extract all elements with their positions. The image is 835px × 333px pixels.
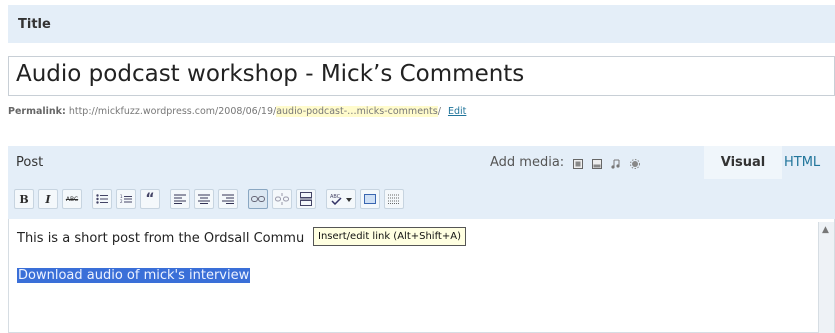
add-media-group: Add media: [490,155,641,170]
permalink-row: Permalink: http://mickfuzz.wordpress.com… [8,106,466,117]
align-center-icon [198,194,210,204]
tab-visual[interactable]: Visual [704,146,782,179]
fullscreen-icon [364,194,376,204]
unlink-button[interactable] [272,189,292,209]
fullscreen-button[interactable] [360,189,380,209]
spellcheck-button[interactable]: ABC [326,189,356,209]
italic-button[interactable]: I [38,189,58,209]
align-center-button[interactable] [194,189,214,209]
post-editor-header: Post Add media: Visual HTML [8,146,835,179]
bullet-list-button[interactable] [92,189,112,209]
insert-link-button[interactable] [248,189,268,209]
title-label: Title [18,17,51,32]
add-media-label: Add media: [490,155,565,170]
permalink-slash: / [437,106,441,117]
permalink-edit-link[interactable]: Edit [448,106,466,117]
align-right-button[interactable] [218,189,238,209]
insert-more-button[interactable] [296,189,316,209]
kitchen-sink-button[interactable] [384,189,404,209]
numbered-list-icon: 12 [120,194,132,204]
editor-toolbar: B I ABC 12 “ ABC [8,179,835,219]
media-gear-icon[interactable] [630,158,641,169]
permalink-label: Permalink: [8,106,66,117]
editor-selected-link[interactable]: Download audio of mick's interview [17,268,251,283]
strikethrough-icon: ABC [65,195,79,203]
permalink-base-url: http://mickfuzz.wordpress.com/2008/06/19… [68,106,277,117]
numbered-list-button[interactable]: 12 [116,189,136,209]
post-title-input[interactable]: Audio podcast workshop - Mick’s Comments [8,56,835,96]
kitchen-sink-icon [388,194,400,204]
more-tag-icon [300,192,312,206]
align-left-icon [174,194,186,204]
video-icon[interactable] [592,158,603,169]
bold-icon: B [19,192,29,206]
bullet-list-icon [96,194,108,204]
tab-html[interactable]: HTML [784,155,820,170]
title-section-header: Title [8,5,835,43]
align-left-button[interactable] [170,189,190,209]
svg-text:2: 2 [120,199,123,204]
spellcheck-icon: ABC [330,194,352,205]
editor-paragraph[interactable]: This is a short post from the Ordsall Co… [17,231,304,246]
italic-icon: I [45,192,51,206]
image-icon[interactable] [573,158,584,169]
post-label: Post [16,155,44,170]
align-right-icon [222,194,234,204]
blockquote-button[interactable]: “ [140,189,160,209]
blockquote-icon: “ [145,191,155,207]
permalink-slug[interactable]: audio-podcast-…micks-comments [276,106,438,117]
insert-link-tooltip: Insert/edit link (Alt+Shift+A) [313,227,466,246]
bold-button[interactable]: B [14,189,34,209]
link-icon [251,196,265,202]
audio-icon[interactable] [611,158,621,169]
unlink-icon [275,193,289,205]
scroll-up-arrow-icon[interactable]: ▲ [822,225,829,235]
editor-scrollbar[interactable]: ▲ [818,222,834,333]
strikethrough-button[interactable]: ABC [62,189,82,209]
